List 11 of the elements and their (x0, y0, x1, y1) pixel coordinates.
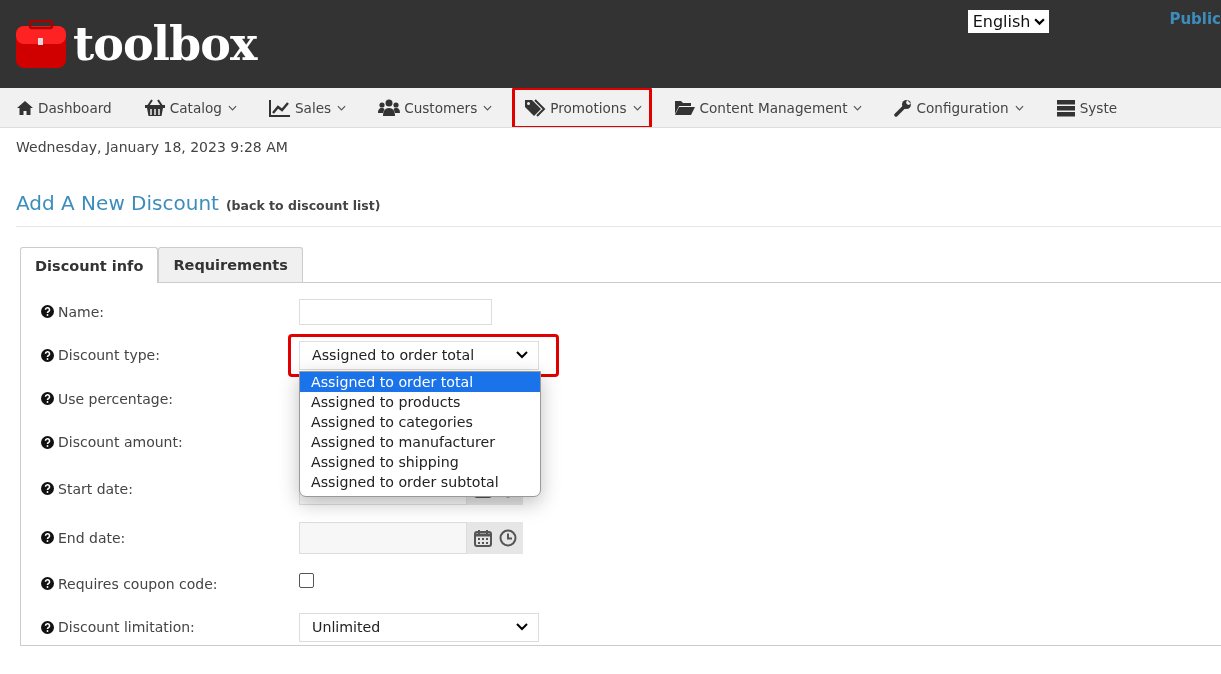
logo-text: toolbox (73, 18, 257, 70)
field-label: Discount limitation: (58, 619, 195, 636)
field-label: Use percentage: (58, 390, 174, 407)
field-label: Discount amount: (58, 434, 183, 451)
field-label: End date: (58, 529, 126, 546)
field-label: Name: (58, 303, 105, 320)
page-title: Add A New Discount (16, 191, 219, 215)
field-label: Start date: (58, 480, 133, 497)
field-label: Discount type: (58, 347, 160, 364)
field-label: Requires coupon code: (58, 575, 218, 592)
date-time-text: Wednesday, January 18, 2023 9:28 AM (16, 139, 289, 157)
